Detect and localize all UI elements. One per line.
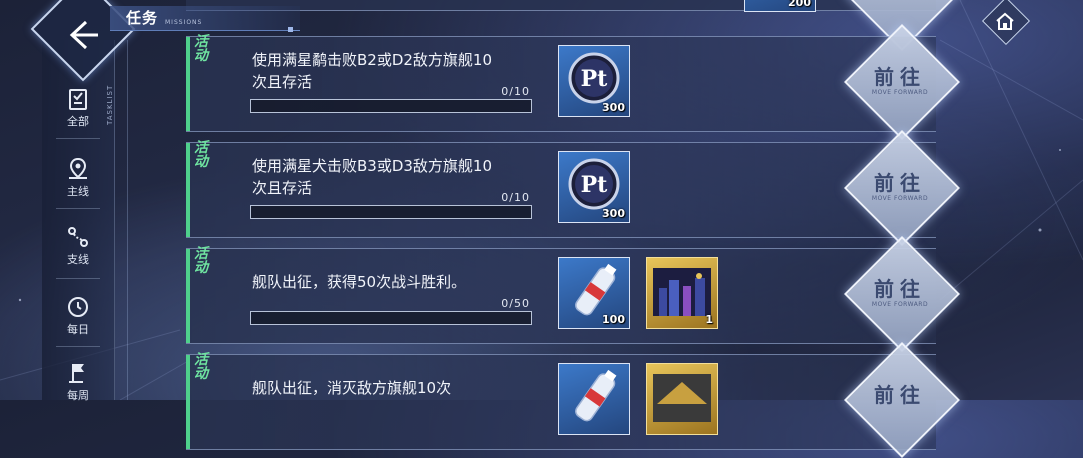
sidebar-divider-line [127, 40, 128, 400]
page-title: 任务 [126, 9, 159, 27]
svg-text:Pt: Pt [581, 172, 609, 198]
sidebar-separator [56, 346, 100, 347]
sidebar-item-main[interactable]: 主线 [42, 156, 114, 216]
mission-row: 活动 使用满星鹬击败B2或D2敌方旗舰10次且存活 0/10 Pt 300 前往… [186, 24, 960, 140]
sidebar-item-daily[interactable]: 每日 [42, 294, 114, 354]
city-poster-icon [653, 374, 711, 422]
sidebar-item-label: 每周 [67, 389, 89, 402]
mission-progress-bar [250, 99, 532, 113]
reward-quantity: 1 [705, 313, 713, 326]
mission-description: 使用满星鹬击败B2或D2敌方旗舰10次且存活 [252, 51, 493, 91]
previous-reward-item[interactable]: 200 [744, 0, 816, 12]
mission-progress-text: 0/50 [501, 297, 530, 310]
mission-tag: 活动 [194, 246, 208, 276]
sidebar-item-label: 全部 [67, 115, 89, 128]
mission-progress-text: 0/10 [501, 191, 530, 204]
mission-description: 使用满星犬击败B3或D3敌方旗舰10次且存活 [252, 157, 493, 197]
mission-tag: 活动 [194, 352, 208, 382]
reward-item[interactable] [646, 363, 718, 435]
mission-tag: 活动 [194, 34, 208, 64]
reward-item[interactable]: 100 [558, 257, 630, 329]
water-bottle-icon [575, 369, 617, 422]
mission-row: 活动 舰队出征，消灭敌方旗舰10次 前往 [186, 342, 960, 458]
svg-text:Pt: Pt [581, 66, 609, 92]
mission-progress-bar [250, 205, 532, 219]
clock-icon [68, 297, 88, 317]
mission-progress-text: 0/10 [501, 85, 530, 98]
mission-tag-strip [186, 143, 190, 237]
sidebar-item-side[interactable]: 支线 [42, 224, 114, 284]
go-button-label: 前往 [874, 383, 926, 407]
mission-row: 活动 使用满星犬击败B3或D3敌方旗舰10次且存活 0/10 Pt 300 前往… [186, 130, 960, 246]
sidebar-separator [56, 278, 100, 279]
page-subtitle: MISSIONS [165, 19, 203, 26]
checklist-icon [69, 89, 87, 110]
header-line-dot [288, 27, 293, 32]
sidebar-item-all[interactable]: 全部 [42, 86, 114, 146]
header-underline [110, 30, 290, 31]
reward-item[interactable] [558, 363, 630, 435]
reward-item[interactable]: Pt 300 [558, 151, 630, 223]
reward-quantity: 300 [602, 101, 625, 114]
sidebar-item-label: 每日 [67, 323, 89, 336]
go-button-sublabel: MOVE FORWARD [871, 301, 929, 308]
map-pin-icon [69, 157, 87, 179]
go-button-sublabel: MOVE FORWARD [871, 195, 929, 202]
sidebar-item-weekly[interactable]: 每周 [42, 360, 114, 420]
go-button-label: 前往 [874, 65, 926, 89]
mission-tag-strip [186, 355, 190, 449]
sidebar-item-label: 主线 [67, 185, 89, 198]
go-button-label: 前往 [874, 171, 926, 195]
mission-description: 舰队出征，获得50次战斗胜利。 [252, 273, 467, 291]
mission-progress-bar [250, 311, 532, 325]
sidebar-separator [56, 208, 100, 209]
back-arrow-icon [69, 20, 98, 50]
reward-quantity: 100 [602, 313, 625, 326]
reward-item[interactable]: 1 [646, 257, 718, 329]
mission-row: 活动 舰队出征，获得50次战斗胜利。 0/50 100 1 前往 MOVE FO… [186, 236, 960, 352]
mission-tag-strip [186, 249, 190, 343]
go-button-sublabel: MOVE FORWARD [871, 89, 929, 96]
go-button-label: 前往 [874, 277, 926, 301]
mission-description: 舰队出征，消灭敌方旗舰10次 [252, 379, 452, 397]
flag-icon [69, 364, 84, 383]
mission-tag-strip [186, 37, 190, 131]
home-icon [996, 12, 1014, 30]
sidebar-item-label: 支线 [67, 253, 89, 266]
sidebar-separator [56, 138, 100, 139]
mission-tag: 活动 [194, 140, 208, 170]
reward-quantity: 300 [602, 207, 625, 220]
reward-quantity: 200 [788, 0, 811, 9]
route-icon [68, 227, 88, 247]
reward-item[interactable]: Pt 300 [558, 45, 630, 117]
